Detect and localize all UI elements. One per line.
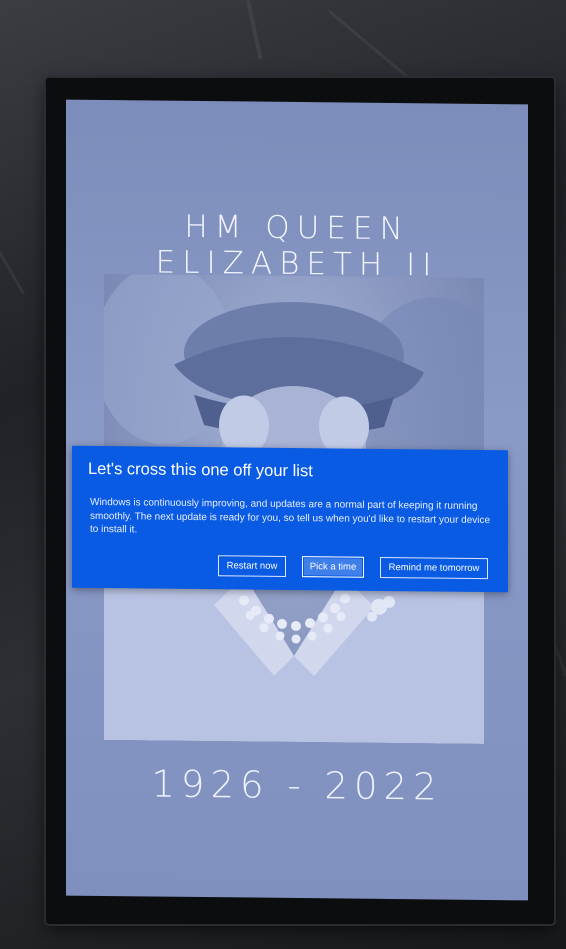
restart-now-button[interactable]: Restart now (218, 555, 286, 577)
dialog-title: Let's cross this one off your list (88, 459, 313, 481)
windows-update-dialog: Let's cross this one off your list Windo… (72, 445, 508, 593)
memorial-dates: 1926 - 2022 (151, 762, 443, 809)
memorial-title: HM QUEEN ELIZABETH II (155, 208, 439, 284)
remind-me-tomorrow-button[interactable]: Remind me tomorrow (380, 556, 488, 580)
pick-a-time-button[interactable]: Pick a time (302, 556, 364, 578)
dialog-body-text: Windows is continuously improving, and u… (90, 496, 491, 536)
